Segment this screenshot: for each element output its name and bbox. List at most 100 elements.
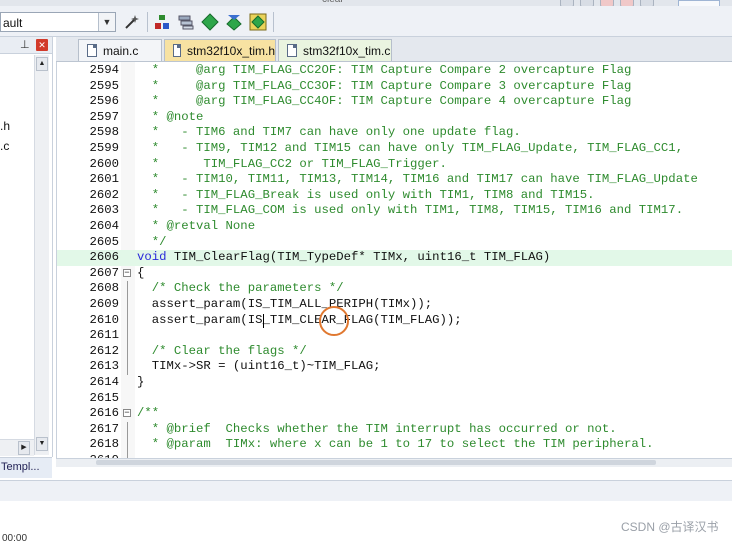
stack-icon[interactable] [176, 12, 196, 32]
scroll-up-icon[interactable]: ▲ [36, 57, 48, 71]
line-number: 2613 [89, 359, 119, 374]
project-panel-scrollbar[interactable]: ▲ ▼ [34, 55, 49, 455]
code-keyword: void [137, 250, 167, 265]
chevron-down-icon[interactable]: ▼ [98, 13, 115, 31]
tab-main-c[interactable]: main.c [78, 39, 162, 61]
build-grid-icon[interactable] [248, 12, 268, 32]
code-line[interactable]: 2607−{ [57, 266, 732, 282]
manage-components-icon[interactable] [152, 12, 172, 32]
code-line[interactable]: 2594 * @arg TIM_FLAG_CC2OF: TIM Capture … [57, 63, 732, 79]
code-line[interactable]: 2601 * - TIM10, TIM11, TIM13, TIM14, TIM… [57, 172, 732, 188]
fold-collapse-icon[interactable]: − [123, 268, 131, 277]
code-comment: * - TIM_FLAG_Break is used only with TIM… [137, 187, 595, 202]
line-number: 2598 [89, 125, 119, 140]
code-comment: * @arg TIM_FLAG_CC3OF: TIM Capture Compa… [137, 78, 632, 93]
code-comment: * @retval None [137, 219, 256, 233]
code-line[interactable]: 2600 * TIM_FLAG_CC2 or TIM_FLAG_Trigger. [57, 157, 732, 173]
strip-text: clear [322, 0, 344, 5]
code-line[interactable]: 2613 TIMx->SR = (uint16_t)~TIM_FLAG; [57, 359, 732, 375]
code-line[interactable]: 2597 * @note [57, 110, 732, 126]
code-comment: * @param TIMx: where x can be 1 to 17 to… [137, 437, 654, 452]
code-comment: * TIM_FLAG_CC2 or TIM_FLAG_Trigger. [137, 156, 447, 171]
code-editor[interactable]: 2594 * @arg TIM_FLAG_CC2OF: TIM Capture … [56, 62, 732, 460]
editor-tabbar: main.c stm32f10x_tim.h stm32f10x_tim.c [56, 37, 732, 62]
tab-label: main.c [103, 43, 139, 58]
code-line[interactable]: 2610 assert_param(IS_TIM_CLEAR_FLAG(TIM_… [57, 313, 732, 329]
options-wand-icon[interactable] [122, 12, 142, 32]
project-panel-hscrollbar[interactable]: ▶ [0, 439, 34, 456]
project-tab-label: Templ... [1, 461, 40, 473]
tab-stm32f10x-tim-c[interactable]: stm32f10x_tim.c [278, 39, 392, 61]
code-line[interactable]: 2612 /* Clear the flags */ [57, 344, 732, 360]
line-number: 2602 [89, 187, 119, 202]
fold-guide [127, 421, 128, 460]
code-line[interactable]: 2603 * - TIM_FLAG_COM is used only with … [57, 203, 732, 219]
file-icon [87, 44, 97, 57]
mouse-cursor-highlight [319, 306, 349, 336]
code-line[interactable]: 2611 [57, 328, 732, 344]
diamond-green-icon[interactable] [200, 12, 220, 32]
scroll-right-icon[interactable]: ▶ [18, 441, 30, 455]
code-line[interactable]: 2598 * - TIM6 and TIM7 can have only one… [57, 125, 732, 141]
line-number: 2601 [89, 172, 119, 187]
code-line[interactable]: 2614} [57, 375, 732, 391]
scroll-thumb[interactable] [96, 460, 656, 465]
code-comment: * @brief Checks whether the TIM interrup… [137, 421, 617, 436]
code-line[interactable]: 2602 * - TIM_FLAG_Break is used only wit… [57, 188, 732, 204]
code-line[interactable]: 2617 * @brief Checks whether the TIM int… [57, 422, 732, 438]
tab-label: stm32f10x_tim.h [186, 43, 275, 58]
fold-guide [127, 281, 128, 375]
file-icon [287, 44, 297, 57]
line-number: 2617 [89, 421, 119, 436]
code-line[interactable]: 2609 assert_param(IS_TIM_ALL_PERIPH(TIMx… [57, 297, 732, 313]
code-comment: * - TIM10, TIM11, TIM13, TIM14, TIM16 an… [137, 172, 698, 187]
line-number: 2614 [89, 375, 119, 389]
code-line[interactable]: 2605 */ [57, 235, 732, 251]
close-icon[interactable]: ✕ [36, 39, 48, 51]
code-comment: * - TIM6 and TIM7 can have only one upda… [137, 125, 521, 140]
line-number: 2594 [89, 63, 119, 77]
project-tab[interactable]: Templ... [0, 457, 52, 478]
code-line[interactable]: 2616−/** [57, 406, 732, 422]
line-number: 2618 [89, 437, 119, 452]
line-number: 2606 [89, 250, 119, 265]
editor-hscrollbar[interactable] [56, 458, 732, 467]
watermark: CSDN @古译汉书 [621, 520, 719, 534]
code-comment: /** [137, 406, 160, 421]
toolbar-separator [147, 12, 148, 32]
code-line[interactable]: 2599 * - TIM9, TIM12 and TIM15 can have … [57, 141, 732, 157]
file-icon [173, 44, 181, 57]
pin-icon[interactable]: ⊥ [20, 38, 30, 51]
fold-collapse-icon[interactable]: − [123, 409, 131, 418]
code-comment: * @arg TIM_FLAG_CC4OF: TIM Capture Compa… [137, 94, 632, 109]
tree-item-source-file[interactable]: .c [0, 139, 9, 153]
code-line[interactable]: 2618 * @param TIMx: where x can be 1 to … [57, 437, 732, 453]
diamond-arrow-icon[interactable] [224, 12, 244, 32]
code-text: TIMx->SR = (uint16_t)~TIM_FLAG; [137, 359, 381, 374]
target-select[interactable]: ault ▼ [0, 12, 116, 32]
line-number: 2595 [89, 78, 119, 93]
line-number: 2600 [89, 156, 119, 171]
code-text: } [137, 375, 145, 389]
text-caret [263, 314, 264, 328]
project-panel-header: ⊥ ✕ [0, 37, 52, 54]
tab-label: stm32f10x_tim.c [303, 43, 391, 58]
tree-item-header-file[interactable]: .h [0, 119, 10, 133]
scroll-down-icon[interactable]: ▼ [36, 437, 48, 451]
code-comment: * - TIM9, TIM12 and TIM15 can have only … [137, 141, 684, 155]
code-line[interactable]: 2596 * @arg TIM_FLAG_CC4OF: TIM Capture … [57, 94, 732, 110]
line-number: 2612 [89, 343, 119, 358]
line-number: 2611 [89, 328, 119, 343]
code-line[interactable]: 2595 * @arg TIM_FLAG_CC3OF: TIM Capture … [57, 79, 732, 95]
code-comment: * @note [137, 109, 204, 124]
code-line[interactable]: 2606 void TIM_ClearFlag(TIM_TypeDef* TIMx… [57, 250, 732, 266]
tab-stm32f10x-tim-h[interactable]: stm32f10x_tim.h [164, 39, 276, 61]
code-comment: /* Check the parameters */ [137, 281, 344, 296]
code-line[interactable]: 2604 * @retval None [57, 219, 732, 235]
code-line[interactable]: 2608 /* Check the parameters */ [57, 281, 732, 297]
code-comment: * - TIM_FLAG_COM is used only with TIM1,… [137, 203, 684, 218]
line-number: 2607 [89, 265, 119, 280]
code-comment: * @arg TIM_FLAG_CC2OF: TIM Capture Compa… [137, 63, 632, 77]
line-number: 2610 [89, 312, 119, 327]
code-line[interactable]: 2615 [57, 391, 732, 407]
